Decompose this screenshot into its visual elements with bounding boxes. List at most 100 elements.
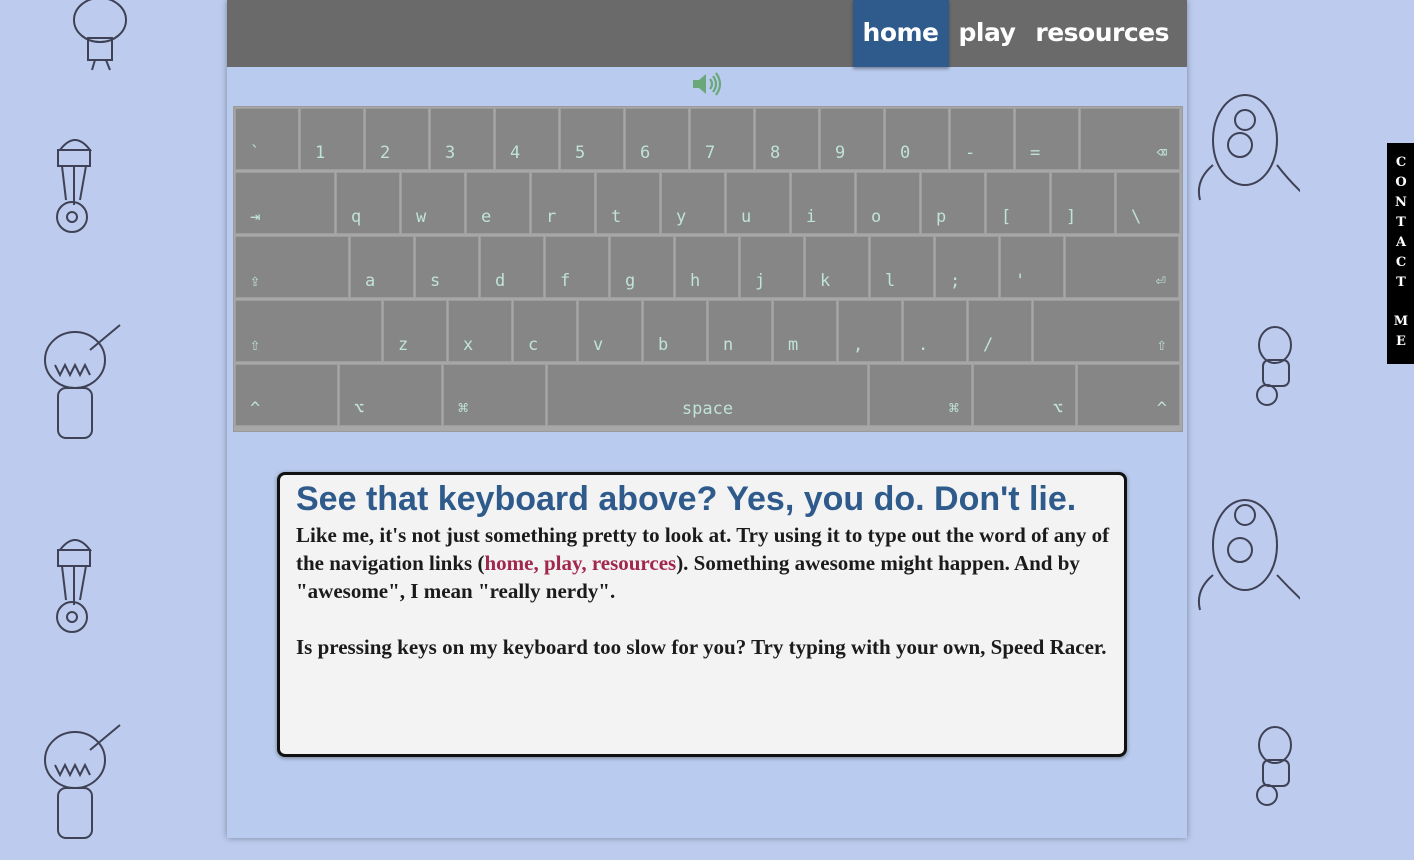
key-d[interactable]: d <box>480 236 544 298</box>
key-8[interactable]: 8 <box>755 108 819 170</box>
key-slash[interactable]: / <box>968 300 1032 362</box>
key-v[interactable]: v <box>578 300 642 362</box>
key-w[interactable]: w <box>401 172 465 234</box>
key-s[interactable]: s <box>415 236 479 298</box>
key-left-bracket[interactable]: [ <box>986 172 1050 234</box>
key-5[interactable]: 5 <box>560 108 624 170</box>
key-h[interactable]: h <box>675 236 739 298</box>
key-g[interactable]: g <box>610 236 674 298</box>
key-6[interactable]: 6 <box>625 108 689 170</box>
key-z[interactable]: z <box>383 300 447 362</box>
key-left-option[interactable]: ⌥ <box>339 364 442 426</box>
enter-icon: ⏎ <box>1155 271 1166 291</box>
key-p[interactable]: p <box>921 172 985 234</box>
contact-letter: C <box>1395 155 1407 170</box>
key-u[interactable]: u <box>726 172 790 234</box>
option-icon: ⌥ <box>354 399 365 419</box>
card-paragraph: Is pressing keys on my keyboard too slow… <box>296 635 1107 659</box>
robot-sketch-icon <box>1256 726 1292 806</box>
key-quote[interactable]: ' <box>1000 236 1064 298</box>
key-right-command[interactable]: ⌘ <box>869 364 972 426</box>
tab-icon: ⇥ <box>250 207 261 227</box>
contact-letter: M <box>1393 314 1409 329</box>
key-l[interactable]: l <box>870 236 934 298</box>
key-t[interactable]: t <box>596 172 660 234</box>
command-icon: ⌘ <box>948 399 959 419</box>
nav-play[interactable]: play <box>949 0 1026 67</box>
key-left-command[interactable]: ⌘ <box>443 364 546 426</box>
option-icon: ⌥ <box>1052 399 1063 419</box>
robot-sketch-icon <box>1256 326 1292 406</box>
contact-letter: T <box>1396 275 1406 290</box>
key-b[interactable]: b <box>643 300 707 362</box>
speaker-icon[interactable] <box>690 70 724 98</box>
shift-icon: ⇧ <box>1156 335 1167 355</box>
main-page: home play resources ` 1 2 3 4 5 6 7 8 9 … <box>227 0 1187 838</box>
key-minus[interactable]: - <box>950 108 1014 170</box>
card-title: See that keyboard above? Yes, you do. Do… <box>296 480 1077 518</box>
robot-sketch-icon <box>1197 94 1300 201</box>
key-0[interactable]: 0 <box>885 108 949 170</box>
control-icon: ^ <box>250 399 261 419</box>
key-left-control[interactable]: ^ <box>235 364 338 426</box>
keyboard-row: ` 1 2 3 4 5 6 7 8 9 0 - = ⌫ <box>235 108 1181 172</box>
keyboard-row: ⇥ q w e r t y u i o p [ ] \ <box>235 172 1181 236</box>
key-capslock[interactable]: ⇪ <box>235 236 349 298</box>
robot-sketch-icon <box>73 0 127 71</box>
key-comma[interactable]: , <box>838 300 902 362</box>
key-space[interactable]: space <box>547 364 868 426</box>
key-j[interactable]: j <box>740 236 804 298</box>
keyboard-row: ⇧ z x c v b n m , . / ⇧ <box>235 300 1181 364</box>
main-nav: home play resources <box>852 0 1179 67</box>
key-right-shift[interactable]: ⇧ <box>1033 300 1180 362</box>
key-period[interactable]: . <box>903 300 967 362</box>
key-backslash[interactable]: \ <box>1116 172 1180 234</box>
robot-sketch-icon <box>44 324 121 439</box>
key-r[interactable]: r <box>531 172 595 234</box>
key-right-bracket[interactable]: ] <box>1051 172 1115 234</box>
key-q[interactable]: q <box>336 172 400 234</box>
nav-links-mention[interactable]: home, play, resources <box>484 551 676 575</box>
key-9[interactable]: 9 <box>820 108 884 170</box>
key-y[interactable]: y <box>661 172 725 234</box>
key-k[interactable]: k <box>805 236 869 298</box>
contact-letter: N <box>1395 195 1407 210</box>
keyboard-row: ⇪ a s d f g h j k l ; ' ⏎ <box>235 236 1181 300</box>
key-m[interactable]: m <box>773 300 837 362</box>
header-bar: home play resources <box>227 0 1187 67</box>
key-a[interactable]: a <box>350 236 414 298</box>
key-1[interactable]: 1 <box>300 108 364 170</box>
key-left-shift[interactable]: ⇧ <box>235 300 382 362</box>
key-7[interactable]: 7 <box>690 108 754 170</box>
nav-resources[interactable]: resources <box>1025 0 1179 67</box>
key-i[interactable]: i <box>791 172 855 234</box>
nav-home[interactable]: home <box>852 0 949 67</box>
key-c[interactable]: c <box>513 300 577 362</box>
key-semicolon[interactable]: ; <box>935 236 999 298</box>
keyboard-row: ^ ⌥ ⌘ space ⌘ ⌥ ^ <box>235 364 1181 428</box>
key-tab[interactable]: ⇥ <box>235 172 335 234</box>
key-right-control[interactable]: ^ <box>1077 364 1180 426</box>
backspace-icon: ⌫ <box>1156 143 1167 163</box>
intro-card: See that keyboard above? Yes, you do. Do… <box>277 472 1127 757</box>
contact-letter: O <box>1395 175 1407 190</box>
key-3[interactable]: 3 <box>430 108 494 170</box>
key-o[interactable]: o <box>856 172 920 234</box>
key-equals[interactable]: = <box>1015 108 1079 170</box>
contact-letter: E <box>1396 334 1406 349</box>
key-x[interactable]: x <box>448 300 512 362</box>
robot-sketch-icon <box>44 724 121 839</box>
contact-me-tab[interactable]: C O N T A C T M E <box>1387 143 1414 364</box>
shift-icon: ⇧ <box>250 335 261 355</box>
robot-sketch-icon <box>56 139 93 233</box>
key-4[interactable]: 4 <box>495 108 559 170</box>
key-backtick[interactable]: ` <box>235 108 299 170</box>
control-icon: ^ <box>1156 399 1167 419</box>
key-right-option[interactable]: ⌥ <box>973 364 1076 426</box>
key-2[interactable]: 2 <box>365 108 429 170</box>
key-f[interactable]: f <box>545 236 609 298</box>
key-enter[interactable]: ⏎ <box>1065 236 1179 298</box>
key-e[interactable]: e <box>466 172 530 234</box>
key-n[interactable]: n <box>708 300 772 362</box>
key-backspace[interactable]: ⌫ <box>1080 108 1180 170</box>
